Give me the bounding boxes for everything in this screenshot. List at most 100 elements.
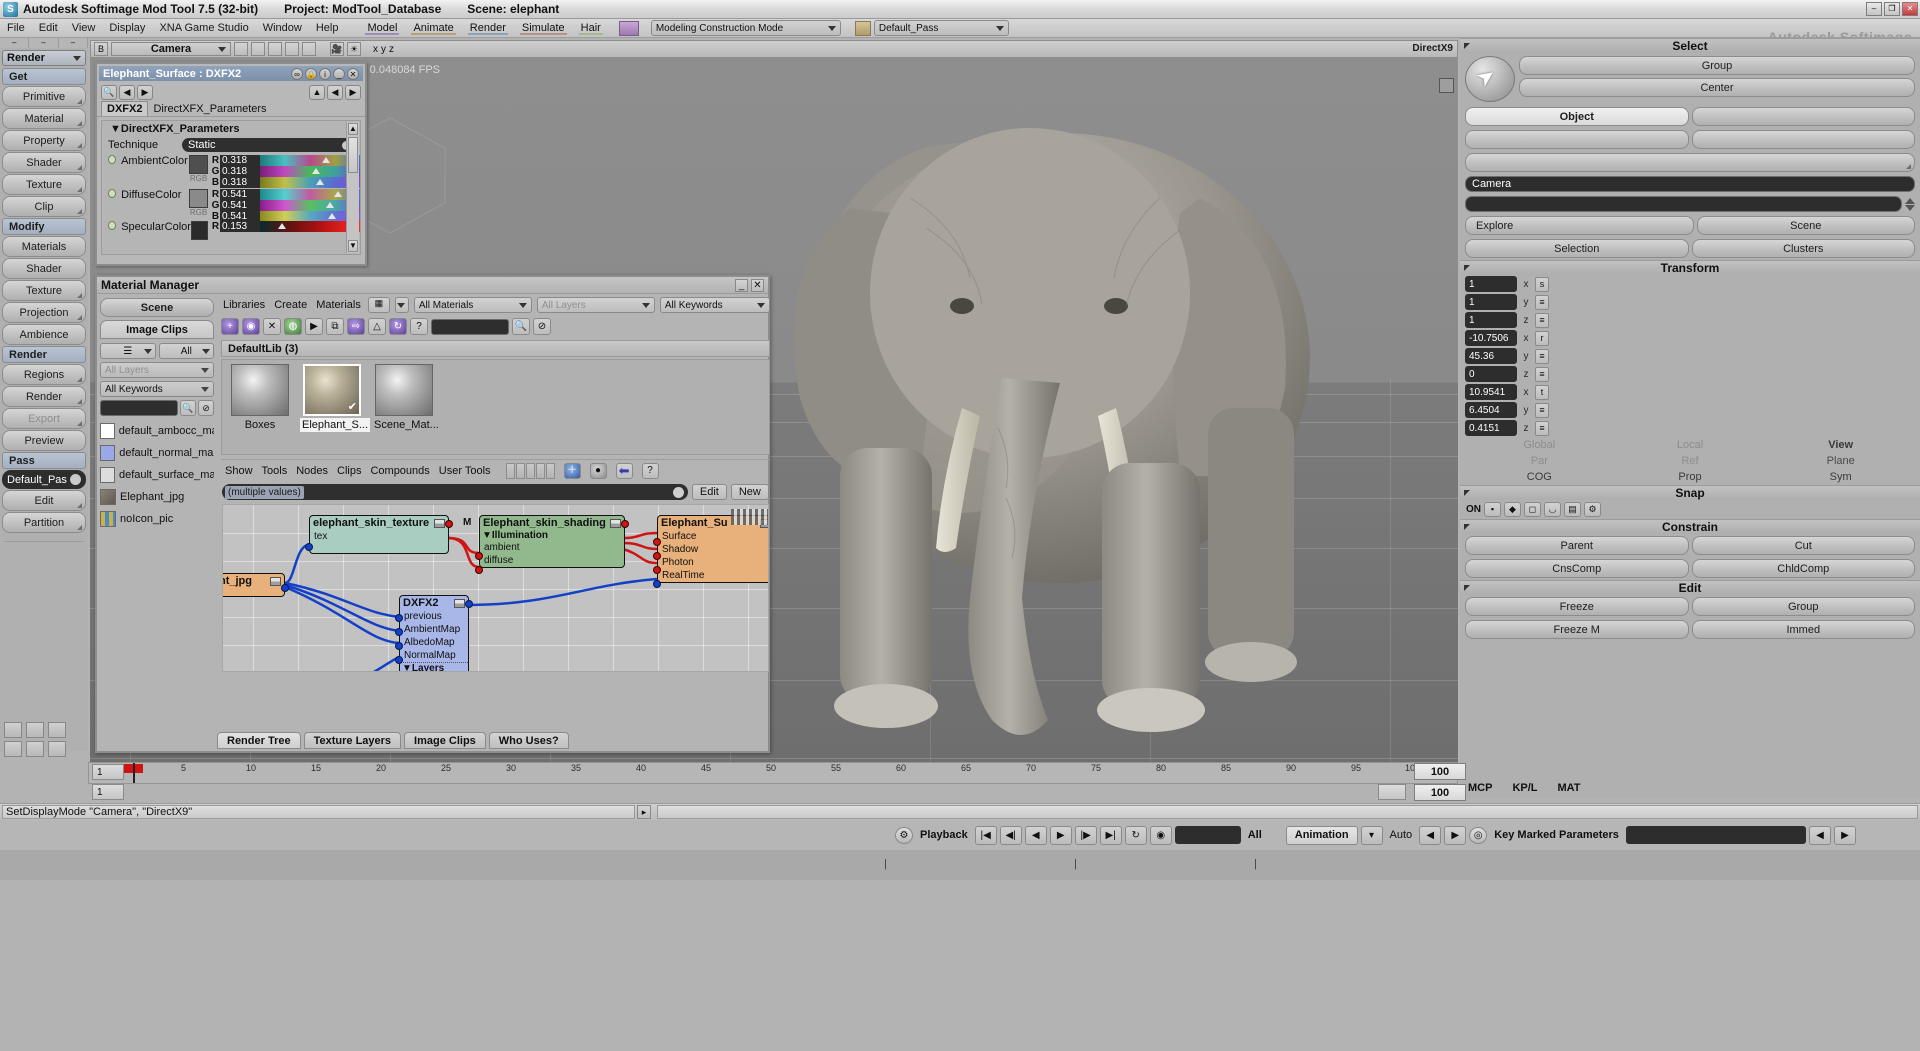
pass-dropdown[interactable]: Default_Pass: [873, 20, 1009, 36]
step-back-button[interactable]: ◀|: [999, 825, 1022, 845]
construction-mode-dropdown[interactable]: Modeling Construction Mode: [650, 20, 841, 36]
back-arrow-icon[interactable]: ⬅: [615, 463, 633, 479]
menu-tools[interactable]: Tools: [262, 465, 288, 477]
sidebar-item-material[interactable]: Material: [2, 108, 86, 129]
layout-icon-4[interactable]: [4, 741, 22, 757]
start-frame-field[interactable]: 1: [92, 764, 124, 780]
list-item[interactable]: default_normal_map: [100, 442, 214, 464]
image-clips-tab[interactable]: Image Clips: [100, 320, 214, 339]
manip-prop[interactable]: Prop: [1617, 471, 1764, 483]
channel-slider[interactable]: [260, 166, 360, 177]
layout-icon-1[interactable]: [4, 722, 22, 738]
technique-dropdown[interactable]: Static: [182, 138, 356, 152]
cut-button[interactable]: Cut: [1691, 536, 1915, 555]
grid-view-icon[interactable]: ▦: [367, 297, 390, 313]
scroll-down-arrow-icon[interactable]: ▼: [348, 240, 358, 252]
viewport-mode-5[interactable]: [302, 42, 316, 56]
snap-surface-icon[interactable]: ▤: [1564, 502, 1581, 517]
collapse-arrow-icon[interactable]: [1464, 524, 1470, 530]
node-preview-icon[interactable]: [454, 598, 465, 608]
back-icon[interactable]: ◀: [119, 85, 135, 100]
node-preview-icon[interactable]: [270, 576, 281, 586]
viewport-mode-2[interactable]: [251, 42, 265, 56]
snap-point-icon[interactable]: ◆: [1504, 502, 1521, 517]
rotate-y-lock-icon[interactable]: ≡: [1535, 348, 1549, 364]
refresh-icon[interactable]: ↻: [389, 318, 407, 335]
node-output-port[interactable]: [445, 520, 453, 528]
rotate-z-lock-icon[interactable]: ≡: [1535, 366, 1549, 382]
snap-curve-icon[interactable]: ◡: [1544, 502, 1561, 517]
node-port-photon[interactable]: Photon: [658, 556, 768, 569]
left-icon[interactable]: ◀: [327, 85, 343, 100]
node-port-normalmap[interactable]: NormalMap: [400, 649, 468, 662]
node-output-port[interactable]: [281, 584, 289, 592]
minimize-icon[interactable]: _: [333, 67, 345, 80]
node-input-port[interactable]: [305, 543, 313, 551]
menu-xna-game-studio[interactable]: XNA Game Studio: [152, 20, 255, 36]
channel-slider[interactable]: [260, 177, 360, 188]
node-input-port-surface[interactable]: [653, 538, 661, 546]
list-view-icon[interactable]: ☰: [100, 343, 156, 359]
tab-mat[interactable]: MAT: [1558, 782, 1581, 794]
up-icon[interactable]: ▲: [309, 85, 325, 100]
chldcomp-button[interactable]: ChldComp: [1691, 559, 1915, 578]
tab-dxfx2[interactable]: DXFX2: [101, 101, 149, 116]
last-frame-button[interactable]: ▶|: [1099, 825, 1122, 845]
scene-tab-button[interactable]: Scene: [100, 298, 214, 317]
menu-user-tools[interactable]: User Tools: [439, 465, 491, 477]
status-expand-icon[interactable]: ▸: [637, 805, 651, 819]
translate-y-lock-icon[interactable]: ≡: [1535, 402, 1549, 418]
scale-y-value[interactable]: 1: [1465, 294, 1517, 310]
new-button[interactable]: New: [730, 484, 769, 500]
sidebar-item-texture[interactable]: Texture: [2, 174, 86, 195]
grid-view-dropdown[interactable]: [394, 297, 409, 313]
sidebar-item-clip[interactable]: Clip: [2, 196, 86, 217]
list-item[interactable]: Elephant_jpg: [100, 486, 214, 508]
channel-slider[interactable]: [260, 221, 360, 232]
node-image-clip-jpg[interactable]: nt_jpg: [222, 573, 289, 597]
collapse-arrow-icon[interactable]: [1464, 585, 1470, 591]
spinner-down-icon[interactable]: [1905, 204, 1915, 211]
module-hair[interactable]: Hair: [573, 20, 609, 36]
tab-texture-layers[interactable]: Texture Layers: [303, 732, 402, 749]
sidebar-item-render[interactable]: Render: [2, 386, 86, 407]
node-preview-icon[interactable]: [610, 518, 621, 528]
close-button[interactable]: ✕: [1902, 2, 1918, 16]
playback-settings-icon[interactable]: ⚙: [895, 826, 913, 844]
node-port-surface[interactable]: Surface: [658, 530, 768, 543]
slot-4[interactable]: [535, 463, 545, 479]
close-icon[interactable]: ✕: [347, 67, 359, 80]
sidebar-item-shader[interactable]: Shader: [2, 152, 86, 173]
sidebar-mode-dropdown[interactable]: Render: [2, 50, 86, 66]
delete-material-icon[interactable]: ✕: [263, 318, 281, 335]
lock-icon[interactable]: 🔒: [305, 67, 317, 80]
strip-1[interactable]: –: [0, 38, 30, 48]
edit-button[interactable]: Edit: [691, 484, 727, 500]
forward-icon[interactable]: ▶: [137, 85, 153, 100]
menu-nodes[interactable]: Nodes: [296, 465, 328, 477]
axis-y-toggle[interactable]: y: [381, 44, 386, 55]
layout-icon-6[interactable]: [48, 741, 66, 757]
module-simulate[interactable]: Simulate: [514, 20, 573, 36]
all-keywords-dropdown[interactable]: All Keywords: [659, 297, 770, 313]
translate-z-value[interactable]: 0.4151: [1465, 420, 1517, 436]
sidebar-item-property[interactable]: Property: [2, 130, 86, 151]
animation-button[interactable]: Animation: [1285, 825, 1358, 845]
node-input-port-albedomap[interactable]: [395, 642, 403, 650]
manip-sym[interactable]: Sym: [1767, 471, 1914, 483]
coord-local[interactable]: Local: [1617, 439, 1764, 451]
node-input-port-diffuse[interactable]: [475, 566, 483, 574]
marked-next-icon[interactable]: ▶: [1833, 825, 1856, 845]
select-extra-1[interactable]: [1465, 130, 1689, 149]
layers-filter-dropdown[interactable]: All Layers: [100, 362, 214, 378]
ref-plane[interactable]: Plane: [1767, 455, 1914, 467]
channel-slider[interactable]: [260, 189, 360, 200]
sidebar-item-edit-pass[interactable]: Edit: [2, 490, 86, 511]
toolbar-icon-purple[interactable]: [618, 20, 639, 36]
info-icon[interactable]: i: [319, 67, 331, 80]
snap-edge-icon[interactable]: ◻: [1524, 502, 1541, 517]
render-tree-canvas[interactable]: nt_jpg normal_map_png: [222, 504, 769, 672]
current-frame-field[interactable]: 1: [92, 784, 124, 800]
selection-button[interactable]: Selection: [1465, 239, 1689, 258]
play-reverse-button[interactable]: ◀: [1024, 825, 1047, 845]
